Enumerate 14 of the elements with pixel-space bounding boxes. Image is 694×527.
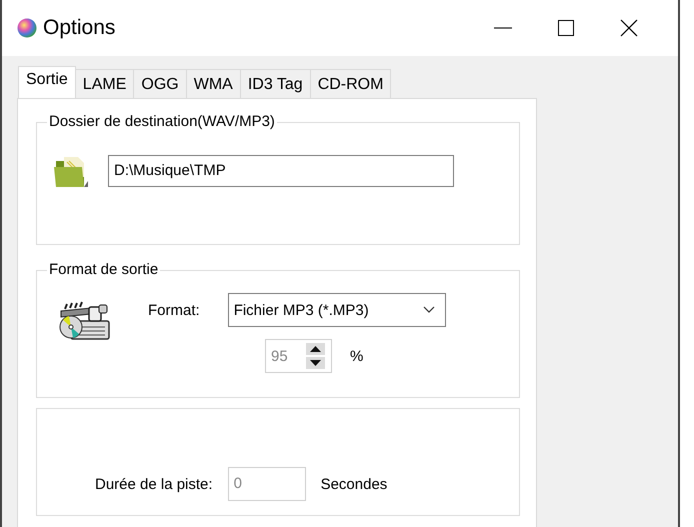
close-icon[interactable] — [620, 19, 638, 37]
percent-label: % — [350, 348, 364, 364]
seconds-label: Secondes — [320, 476, 388, 492]
chevron-down-icon — [422, 306, 435, 314]
folder-path-field[interactable]: D:\Musique\TMP — [108, 155, 454, 187]
tab[interactable]: Sortie — [18, 66, 76, 98]
maximize-icon[interactable] — [558, 20, 574, 36]
color-disc-icon — [17, 18, 37, 38]
window-title: Options — [43, 16, 116, 40]
format-label: Format: — [148, 302, 200, 318]
tab[interactable]: CD-ROM — [310, 69, 392, 98]
format-dropdown[interactable]: Fichier MP3 (*.MP3) — [228, 293, 446, 327]
track-duration-label: Durée de la piste: — [95, 476, 213, 492]
group-legend: Dossier de destination(WAV/MP3) — [47, 113, 277, 130]
